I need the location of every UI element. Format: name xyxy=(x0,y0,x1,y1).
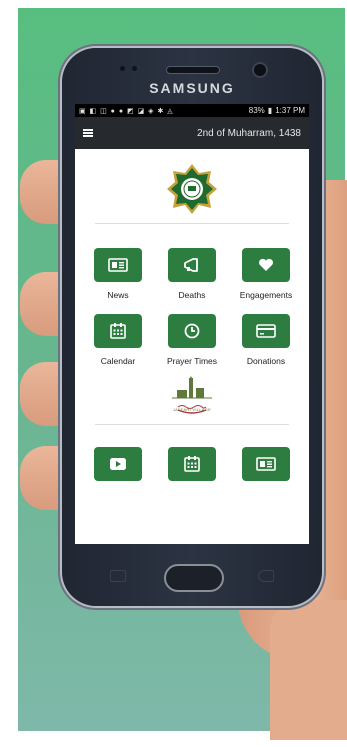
notification-icons: ▣ ◧ ◫ ● ● ◩ ◪ ◈ ✱ ◬ xyxy=(79,107,174,115)
videos-button[interactable] xyxy=(94,447,142,481)
star-emblem-icon xyxy=(167,164,217,214)
recent-apps-key-icon[interactable] xyxy=(110,570,126,582)
hijri-date: 2nd of Muharram, 1438 xyxy=(197,127,301,139)
section-divider xyxy=(95,223,289,224)
video-play-icon xyxy=(110,458,126,470)
phone-device: SAMSUNG ▣ ◧ ◫ ● ● ◩ ◪ ◈ ✱ ◬ 83% ▮ 1:37 P… xyxy=(62,48,322,606)
earpiece-speaker xyxy=(166,66,220,74)
events-button[interactable] xyxy=(168,447,216,481)
deaths-tile[interactable]: Deaths xyxy=(157,248,227,300)
device-brand: SAMSUNG xyxy=(149,80,235,96)
clock: 1:37 PM xyxy=(275,106,305,115)
prayer-times-label: Prayer Times xyxy=(166,356,218,366)
engagements-label: Engagements xyxy=(239,290,293,300)
calendar-label: Calendar xyxy=(100,356,136,366)
news-tile[interactable]: News xyxy=(83,248,153,300)
phone-screen: ▣ ◧ ◫ ● ● ◩ ◪ ◈ ✱ ◬ 83% ▮ 1:37 PM 2nd of… xyxy=(75,104,309,544)
sensor-dot xyxy=(132,66,137,71)
sensor-dot xyxy=(120,66,125,71)
village-logo: JAFFARI VILLAGE xyxy=(75,376,309,420)
hamburger-menu-icon[interactable] xyxy=(83,129,93,137)
hand-wrist xyxy=(270,600,347,740)
clock-icon xyxy=(184,323,200,339)
battery-level: 83% xyxy=(248,106,265,115)
news-label: News xyxy=(107,290,129,300)
deaths-button[interactable] xyxy=(168,248,216,282)
calendar-icon xyxy=(184,456,200,472)
megaphone-icon xyxy=(184,258,198,272)
calendar-icon xyxy=(110,323,126,339)
donations-label: Donations xyxy=(246,356,286,366)
videos-tile[interactable] xyxy=(83,447,153,481)
back-key-icon[interactable] xyxy=(258,570,274,582)
section-divider xyxy=(95,424,289,425)
home-button[interactable] xyxy=(164,564,224,592)
battery-icon: ▮ xyxy=(267,106,273,115)
bottom-bezel xyxy=(62,548,322,606)
credit-card-icon xyxy=(256,324,276,338)
engagements-tile[interactable]: Engagements xyxy=(231,248,301,300)
prayer-times-tile[interactable]: Prayer Times xyxy=(157,314,227,366)
newspaper-icon xyxy=(256,457,276,471)
calendar-button[interactable] xyxy=(94,314,142,348)
donations-button[interactable] xyxy=(242,314,290,348)
menu-row-1: News Deaths Engagements xyxy=(75,248,309,300)
menu-row-3 xyxy=(75,447,309,481)
status-bar: ▣ ◧ ◫ ● ● ◩ ◪ ◈ ✱ ◬ 83% ▮ 1:37 PM xyxy=(75,104,309,117)
deaths-label: Deaths xyxy=(178,290,206,300)
heart-icon xyxy=(259,258,273,271)
app-bar: 2nd of Muharram, 1438 xyxy=(75,117,309,149)
donations-tile[interactable]: Donations xyxy=(231,314,301,366)
calendar-tile[interactable]: Calendar xyxy=(83,314,153,366)
engagements-button[interactable] xyxy=(242,248,290,282)
app-logo xyxy=(75,149,309,221)
events-tile[interactable] xyxy=(157,447,227,481)
newspaper-icon xyxy=(108,258,128,272)
village-logo-text: JAFFARI VILLAGE xyxy=(172,407,212,412)
prayer-times-button[interactable] xyxy=(168,314,216,348)
newsletter-tile[interactable] xyxy=(231,447,301,481)
newsletter-button[interactable] xyxy=(242,447,290,481)
news-button[interactable] xyxy=(94,248,142,282)
front-camera xyxy=(252,62,268,78)
menu-row-2: Calendar Prayer Times Donations xyxy=(75,314,309,366)
